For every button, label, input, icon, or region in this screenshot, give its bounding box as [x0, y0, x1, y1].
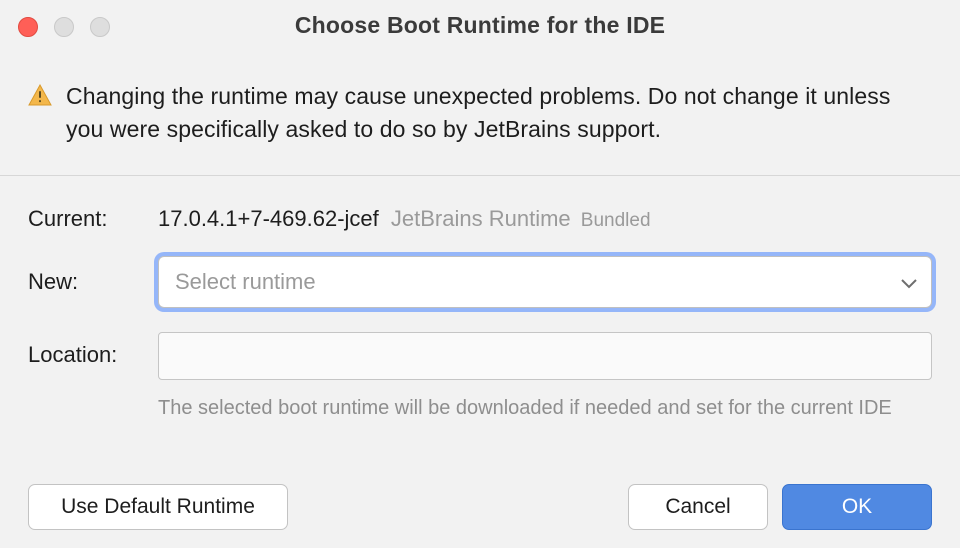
warning-banner: Changing the runtime may cause unexpecte…: [28, 80, 932, 175]
location-hint: The selected boot runtime will be downlo…: [158, 394, 932, 423]
window-controls: [18, 17, 110, 37]
dialog-footer: Use Default Runtime Cancel OK: [0, 466, 960, 548]
location-input[interactable]: [158, 332, 932, 380]
minimize-icon: [54, 17, 74, 37]
cancel-button[interactable]: Cancel: [628, 484, 768, 530]
current-row: Current: 17.0.4.1+7-469.62-jcef JetBrain…: [28, 206, 932, 232]
warning-icon: [28, 84, 52, 111]
warning-text: Changing the runtime may cause unexpecte…: [66, 80, 932, 147]
title-bar: Choose Boot Runtime for the IDE: [0, 0, 960, 50]
dialog-window: Choose Boot Runtime for the IDE Changing…: [0, 0, 960, 548]
location-row: Location: The selected boot runtime will…: [28, 332, 932, 423]
current-version: 17.0.4.1+7-469.62-jcef: [158, 206, 379, 231]
dialog-body: Changing the runtime may cause unexpecte…: [0, 50, 960, 423]
current-label: Current:: [28, 206, 158, 232]
form: Current: 17.0.4.1+7-469.62-jcef JetBrain…: [28, 176, 932, 423]
runtime-select-placeholder: Select runtime: [175, 269, 316, 295]
new-row: New: Select runtime: [28, 256, 932, 308]
current-vendor: JetBrains Runtime: [391, 206, 571, 231]
window-title: Choose Boot Runtime for the IDE: [0, 12, 960, 39]
chevron-down-icon: [901, 269, 917, 295]
ok-button[interactable]: OK: [782, 484, 932, 530]
current-value: 17.0.4.1+7-469.62-jcef JetBrains Runtime…: [158, 206, 932, 232]
new-label: New:: [28, 269, 158, 295]
location-label: Location:: [28, 332, 158, 368]
close-icon[interactable]: [18, 17, 38, 37]
current-bundled: Bundled: [581, 210, 651, 231]
runtime-select[interactable]: Select runtime: [158, 256, 932, 308]
use-default-runtime-button[interactable]: Use Default Runtime: [28, 484, 288, 530]
zoom-icon: [90, 17, 110, 37]
